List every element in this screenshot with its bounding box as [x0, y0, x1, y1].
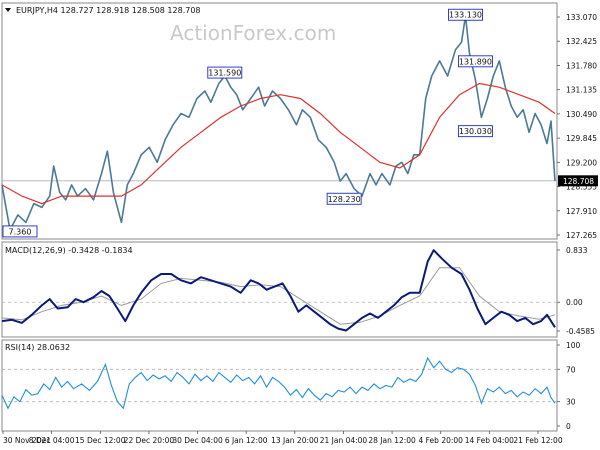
main-y-axis: 133.070 132.425 131.780 131.135 130.490 129.8… [557, 13, 598, 240]
price-annotation-label: 130.030 [459, 127, 492, 136]
rsi-reference-lines [2, 368, 557, 403]
y-tick-label: 132.425 [566, 37, 597, 46]
x-axis: 30 Nov 20218 Dec 04:00 15 Dec 12:0022 Dec… [2, 431, 563, 445]
x-tick-label: 8 Dec 04:00 [29, 436, 75, 445]
y-tick-label: 129.845 [566, 134, 597, 143]
x-tick-label: 15 Dec 12:00 [75, 436, 126, 445]
macd-panel-frame [1, 241, 558, 338]
watermark: ActionForex.com [170, 21, 336, 45]
price-annotation-label: 133.130 [449, 11, 482, 20]
y-tick-label: 0.833 [566, 246, 588, 255]
rsi-y-axis: 100 70 30 0 [557, 341, 581, 431]
price-annotation-label: 131.890 [459, 57, 492, 66]
y-tick-label: 133.070 [566, 13, 597, 22]
chart-root: ActionForex.com EURJPY,H4 128.727 128.91… [1, 2, 598, 445]
rsi-line [1, 356, 556, 410]
rsi-panel-frame [1, 339, 558, 432]
y-tick-label: 127.910 [566, 207, 597, 216]
y-tick-label: 100 [566, 341, 581, 350]
main-series-group [1, 15, 556, 231]
price-annotation-label: 131.590 [208, 69, 241, 78]
rsi-series-group [1, 356, 556, 410]
y-tick-label: 30 [566, 398, 576, 407]
macd-series-group [1, 249, 556, 332]
symbol-dropdown-icon[interactable] [5, 8, 11, 12]
y-tick-label: 131.780 [566, 61, 597, 70]
y-tick-label: 0.00 [566, 298, 583, 307]
y-tick-label: 0 [566, 422, 571, 431]
x-tick-label: 21 Jan 04:00 [320, 436, 368, 445]
x-tick-label: 22 Dec 20:00 [124, 436, 175, 445]
y-tick-label: 130.490 [566, 110, 597, 119]
y-tick-label: 129.200 [566, 158, 597, 167]
price-annotation-label: 128.230 [328, 195, 361, 204]
macd-panel-title: MACD(12,26,9) -0.3428 -0.1834 [5, 246, 133, 255]
x-tick-label: 21 Feb 12:00 [513, 436, 562, 445]
price-line [1, 15, 556, 231]
x-tick-label: 13 Jan 20:00 [271, 436, 319, 445]
y-tick-label: 127.265 [566, 231, 597, 240]
y-tick-label: 70 [566, 365, 576, 374]
x-tick-label: 14 Feb 04:00 [465, 436, 514, 445]
moving-average-line [1, 82, 556, 205]
x-tick-label: 28 Jan 12:00 [368, 436, 416, 445]
macd-y-axis: 0.833 0.00 -0.4585 [557, 246, 595, 336]
y-tick-label: 131.135 [566, 86, 597, 95]
x-tick-label: 4 Feb 20:00 [419, 436, 464, 445]
macd-line [1, 249, 556, 332]
rsi-panel-title: RSI(14) 28.0632 [5, 343, 70, 352]
x-tick-label: 6 Jan 12:00 [225, 436, 268, 445]
main-panel-title: EURJPY,H4 128.727 128.918 128.508 128.70… [16, 6, 201, 15]
x-tick-label: 30 Dec 04:00 [172, 436, 223, 445]
price-annotation-label: 7.360 [9, 227, 32, 236]
y-tick-label: -0.4585 [566, 327, 595, 336]
current-price-label: 128.708 [563, 177, 594, 186]
